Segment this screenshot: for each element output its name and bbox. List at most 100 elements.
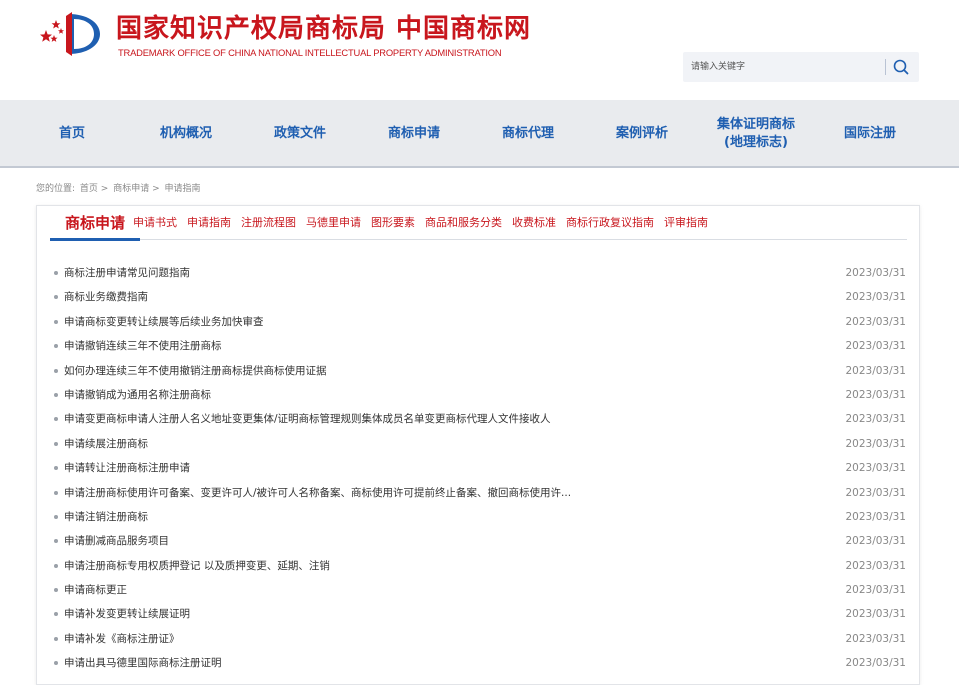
bullet-icon <box>54 514 58 519</box>
site-subtitle: TRADEMARK OFFICE OF CHINA NATIONAL INTEL… <box>118 47 502 58</box>
bullet-icon <box>54 344 58 349</box>
list-item-title[interactable]: 商标业务缴费指南 <box>64 285 148 309</box>
list-item-date: 2023/03/31 <box>845 413 906 426</box>
tab-administrative-review-guide[interactable]: 商标行政复议指南 <box>566 206 654 240</box>
bullet-icon <box>54 319 58 324</box>
guide-list: 商标注册申请常见问题指南 2023/03/31 商标业务缴费指南 2023/03/3… <box>51 261 906 676</box>
list-item-date: 2023/03/31 <box>845 340 906 353</box>
list-item-date: 2023/03/31 <box>845 584 906 597</box>
list-item[interactable]: 申请商标变更转让续展等后续业务加快审查 2023/03/31 <box>51 310 906 334</box>
nav-item-label: 政策文件 <box>273 126 326 141</box>
tab-madrid-application[interactable]: 马德里申请 <box>306 206 361 240</box>
tab-trademark-application[interactable]: 商标申请 <box>49 206 133 240</box>
list-item-date: 2023/03/31 <box>845 462 906 475</box>
bullet-icon <box>54 612 58 617</box>
list-item-title[interactable]: 申请转让注册商标注册申请 <box>64 456 190 480</box>
logo-icon[interactable] <box>36 8 104 60</box>
bullet-icon <box>54 588 58 593</box>
list-item[interactable]: 商标业务缴费指南 2023/03/31 <box>51 285 906 309</box>
list-item-date: 2023/03/31 <box>845 559 906 572</box>
list-item[interactable]: 如何办理连续三年不使用撤销注册商标提供商标使用证据 2023/03/31 <box>51 359 906 383</box>
list-item-date: 2023/03/31 <box>845 657 906 670</box>
breadcrumb-item-application[interactable]: 商标申请 > <box>113 184 159 194</box>
nav-item-international[interactable]: 国际注册 <box>813 100 927 168</box>
site-header: 国家知识产权局商标局 中国商标网 TRADEMARK OFFICE OF CHI… <box>0 0 959 100</box>
list-item-title[interactable]: 申请删减商品服务项目 <box>64 529 169 553</box>
nav-item-policy[interactable]: 政策文件 <box>243 100 357 168</box>
nav-item-label: 商标代理 <box>501 126 554 141</box>
nav-item-agency[interactable]: 商标代理 <box>471 100 585 168</box>
list-item[interactable]: 申请补发《商标注册证》 2023/03/31 <box>51 627 906 651</box>
list-item[interactable]: 申请补发变更转让续展证明 2023/03/31 <box>51 602 906 626</box>
list-item-date: 2023/03/31 <box>845 267 906 279</box>
bullet-icon <box>54 392 58 397</box>
search-icon[interactable] <box>890 56 912 78</box>
list-item-title[interactable]: 如何办理连续三年不使用撤销注册商标提供商标使用证据 <box>64 359 327 383</box>
bullet-icon <box>54 466 58 471</box>
list-item[interactable]: 申请续展注册商标 2023/03/31 <box>51 432 906 456</box>
list-item[interactable]: 申请撤销连续三年不使用注册商标 2023/03/31 <box>51 334 906 358</box>
content-panel: 商标申请 申请书式 申请指南 注册流程图 马德里申请 图形要素 商品和服务分类 … <box>36 205 920 685</box>
nav-item-application[interactable]: 商标申请 <box>357 100 471 168</box>
nav-item-label: 案例评析 <box>615 126 668 141</box>
bullet-icon <box>54 636 58 641</box>
list-item[interactable]: 申请变更商标申请人注册人名义地址变更集体/证明商标管理规则集体成员名单变更商标代… <box>51 407 906 431</box>
bullet-icon <box>54 441 58 446</box>
breadcrumb-item-home[interactable]: 首页 > <box>80 184 108 194</box>
list-item-title[interactable]: 申请补发变更转让续展证明 <box>64 602 190 626</box>
list-item-date: 2023/03/31 <box>845 535 906 548</box>
nav-item-cases[interactable]: 案例评析 <box>585 100 699 168</box>
nav-item-label: 集体证明商标 (地理标志) <box>716 117 795 150</box>
tab-fee-standards[interactable]: 收费标准 <box>512 206 556 240</box>
breadcrumb-item-current: 申请指南 <box>164 184 201 194</box>
tab-application-guide[interactable]: 申请指南 <box>187 206 231 240</box>
list-item[interactable]: 申请撤销成为通用名称注册商标 2023/03/31 <box>51 383 906 407</box>
nav-item-label: 机构概况 <box>159 126 212 141</box>
list-item[interactable]: 申请转让注册商标注册申请 2023/03/31 <box>51 456 906 480</box>
nav-item-home[interactable]: 首页 <box>15 100 129 168</box>
list-item-title[interactable]: 申请补发《商标注册证》 <box>64 627 180 651</box>
tab-goods-services-classification[interactable]: 商品和服务分类 <box>425 206 502 240</box>
list-item-title[interactable]: 申请注册商标使用许可备案、变更许可人/被许可人名称备案、商标使用许可提前终止备案… <box>64 481 571 505</box>
list-item-date: 2023/03/31 <box>845 608 906 621</box>
list-item-title[interactable]: 商标注册申请常见问题指南 <box>64 261 190 285</box>
list-item[interactable]: 商标注册申请常见问题指南 2023/03/31 <box>51 261 906 285</box>
breadcrumb-prefix: 您的位置: <box>36 184 76 194</box>
tab-figurative-elements[interactable]: 图形要素 <box>371 206 415 240</box>
bullet-icon <box>54 368 58 373</box>
list-item-title[interactable]: 申请续展注册商标 <box>64 432 148 456</box>
nav-item-collective-marks[interactable]: 集体证明商标 (地理标志) <box>699 100 813 168</box>
list-item-title[interactable]: 申请撤销连续三年不使用注册商标 <box>64 334 222 358</box>
bullet-icon <box>54 563 58 568</box>
search-box <box>683 52 919 82</box>
category-tabs: 商标申请 申请书式 申请指南 注册流程图 马德里申请 图形要素 商品和服务分类 … <box>49 206 718 240</box>
tab-review-guide[interactable]: 评审指南 <box>664 206 708 240</box>
list-item-title[interactable]: 申请注销注册商标 <box>64 505 148 529</box>
nav-item-label: 首页 <box>58 126 85 141</box>
list-item-title[interactable]: 申请变更商标申请人注册人名义地址变更集体/证明商标管理规则集体成员名单变更商标代… <box>64 407 551 431</box>
list-item[interactable]: 申请注册商标使用许可备案、变更许可人/被许可人名称备案、商标使用许可提前终止备案… <box>51 481 906 505</box>
list-item[interactable]: 申请删减商品服务项目 2023/03/31 <box>51 529 906 553</box>
breadcrumb: 您的位置: 首页 > 商标申请 > 申请指南 <box>36 181 203 194</box>
nav-item-about[interactable]: 机构概况 <box>129 100 243 168</box>
bullet-icon <box>54 661 58 666</box>
list-item[interactable]: 申请注册商标专用权质押登记 以及质押变更、延期、注销 2023/03/31 <box>51 554 906 578</box>
nav-item-label: 国际注册 <box>843 126 896 141</box>
list-item[interactable]: 申请商标更正 2023/03/31 <box>51 578 906 602</box>
list-item-date: 2023/03/31 <box>845 437 906 450</box>
tab-application-forms[interactable]: 申请书式 <box>133 206 177 240</box>
search-input[interactable] <box>683 52 881 82</box>
search-divider <box>885 59 886 75</box>
list-item-title[interactable]: 申请商标更正 <box>64 578 127 602</box>
list-item-date: 2023/03/31 <box>845 510 906 523</box>
list-item-title[interactable]: 申请撤销成为通用名称注册商标 <box>64 383 211 407</box>
list-item-date: 2023/03/31 <box>845 315 906 328</box>
list-item-title[interactable]: 申请注册商标专用权质押登记 以及质押变更、延期、注销 <box>64 554 330 578</box>
list-item[interactable]: 申请出具马德里国际商标注册证明 2023/03/31 <box>51 651 906 675</box>
tab-registration-flowchart[interactable]: 注册流程图 <box>241 206 296 240</box>
list-item-title[interactable]: 申请商标变更转让续展等后续业务加快审查 <box>64 310 264 334</box>
list-item-title[interactable]: 申请出具马德里国际商标注册证明 <box>64 651 222 675</box>
list-item-date: 2023/03/31 <box>845 291 906 304</box>
list-item[interactable]: 申请注销注册商标 2023/03/31 <box>51 505 906 529</box>
nav-item-label: 商标申请 <box>387 126 440 141</box>
